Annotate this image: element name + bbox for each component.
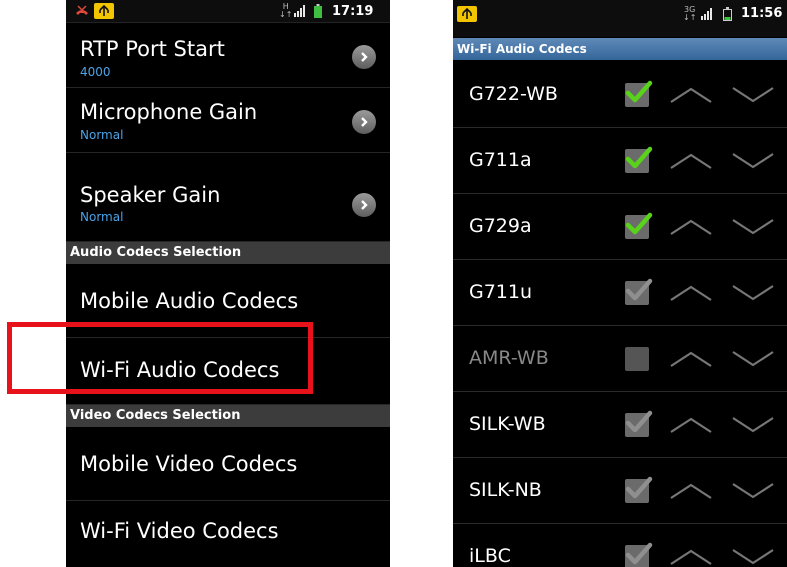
codec-name: G729a xyxy=(469,215,532,237)
codec-name: iLBC xyxy=(469,545,511,567)
screen-title: Wi-Fi Audio Codecs xyxy=(453,38,787,60)
move-up-arrow-icon[interactable] xyxy=(669,283,713,307)
pref-microphone-gain[interactable]: Microphone Gain Normal xyxy=(66,88,390,153)
network-type-icon: H ↓↑ xyxy=(279,2,293,19)
missed-call-icon xyxy=(74,0,90,22)
codec-name: SILK-WB xyxy=(469,413,546,435)
move-up-arrow-icon[interactable] xyxy=(669,151,713,175)
codec-row[interactable]: SILK-NB xyxy=(453,459,787,524)
codec-checkbox[interactable] xyxy=(625,212,653,239)
move-down-arrow-icon[interactable] xyxy=(731,217,775,241)
pref-title: Microphone Gain xyxy=(80,100,258,124)
clock: 17:19 xyxy=(332,3,374,19)
codec-row[interactable]: iLBC xyxy=(453,525,787,567)
move-down-arrow-icon[interactable] xyxy=(731,481,775,505)
codec-row[interactable]: G722-WB xyxy=(453,63,787,128)
signal-icon xyxy=(701,0,712,32)
status-bar: H ↓↑ 17:19 xyxy=(66,0,390,23)
codec-name: SILK-NB xyxy=(469,479,542,501)
move-up-arrow-icon[interactable] xyxy=(669,481,713,505)
codec-row[interactable]: SILK-WB xyxy=(453,393,787,458)
move-down-arrow-icon[interactable] xyxy=(731,151,775,175)
pref-title: Speaker Gain xyxy=(80,183,221,207)
usb-icon xyxy=(94,0,114,22)
menu-item-mobile-video-codecs[interactable]: Mobile Video Codecs xyxy=(66,428,390,501)
codec-checkbox[interactable] xyxy=(625,80,653,107)
codec-row[interactable]: AMR-WB xyxy=(453,327,787,392)
codec-name: AMR-WB xyxy=(469,347,549,369)
move-up-arrow-icon[interactable] xyxy=(669,415,713,439)
move-up-arrow-icon[interactable] xyxy=(669,217,713,241)
codec-name: G722-WB xyxy=(469,83,558,105)
menu-item-label: Mobile Audio Codecs xyxy=(80,289,299,313)
pref-title: RTP Port Start xyxy=(80,37,225,61)
move-down-arrow-icon[interactable] xyxy=(731,349,775,373)
signal-icon xyxy=(294,0,305,22)
highlight-annotation xyxy=(7,322,313,394)
move-up-arrow-icon[interactable] xyxy=(669,85,713,109)
move-up-arrow-icon[interactable] xyxy=(669,349,713,373)
codec-name: G711u xyxy=(469,281,533,303)
move-up-arrow-icon[interactable] xyxy=(669,547,713,567)
pref-speaker-gain[interactable]: Speaker Gain Normal xyxy=(66,153,390,242)
codec-checkbox[interactable] xyxy=(625,278,653,305)
menu-item-wifi-video-codecs[interactable]: Wi-Fi Video Codecs xyxy=(66,501,390,567)
network-type-icon: 3G ↓↑ xyxy=(683,4,697,22)
settings-screen: H ↓↑ 17:19 RTP Port Start 4000 Microphone… xyxy=(66,0,390,567)
codec-row[interactable]: G711a xyxy=(453,129,787,194)
pref-summary: Normal xyxy=(80,210,124,224)
usb-icon xyxy=(457,0,477,32)
codec-list-screen: 3G ↓↑ 11:56 Wi-Fi Audio Codecs G722-WB G71… xyxy=(453,0,787,567)
codec-row[interactable]: G729a xyxy=(453,195,787,260)
pref-summary: 4000 xyxy=(80,65,111,79)
battery-icon xyxy=(314,0,322,22)
codec-name: G711a xyxy=(469,149,532,171)
codec-checkbox[interactable] xyxy=(625,410,653,437)
clock: 11:56 xyxy=(741,6,783,21)
chevron-right-icon xyxy=(352,45,376,69)
move-down-arrow-icon[interactable] xyxy=(731,415,775,439)
codec-checkbox[interactable] xyxy=(625,476,653,503)
status-bar: 3G ↓↑ 11:56 xyxy=(453,0,787,37)
menu-item-label: Mobile Video Codecs xyxy=(80,452,298,476)
chevron-right-icon xyxy=(352,110,376,134)
codec-checkbox[interactable] xyxy=(625,146,653,173)
move-down-arrow-icon[interactable] xyxy=(731,547,775,567)
codec-row[interactable]: G711u xyxy=(453,261,787,326)
pref-rtp-port-start[interactable]: RTP Port Start 4000 xyxy=(66,23,390,88)
pref-summary: Normal xyxy=(80,128,124,142)
section-header-video: Video Codecs Selection xyxy=(66,405,390,427)
move-down-arrow-icon[interactable] xyxy=(731,283,775,307)
menu-item-label: Wi-Fi Video Codecs xyxy=(80,519,279,543)
codec-checkbox[interactable] xyxy=(625,542,653,567)
codec-checkbox[interactable] xyxy=(625,347,649,371)
section-header-audio: Audio Codecs Selection xyxy=(66,242,390,264)
battery-icon xyxy=(723,0,732,32)
move-down-arrow-icon[interactable] xyxy=(731,85,775,109)
chevron-right-icon xyxy=(352,193,376,217)
